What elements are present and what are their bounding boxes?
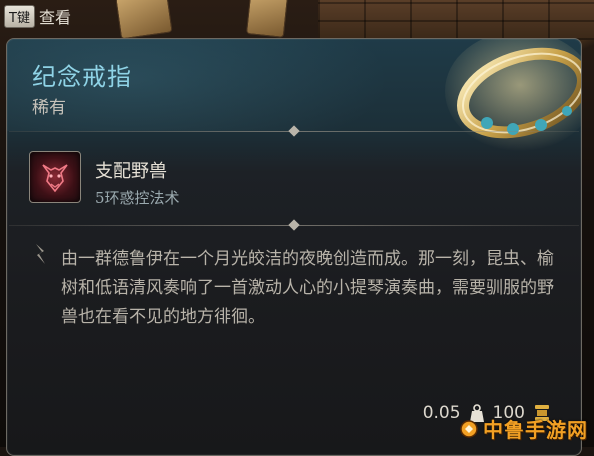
examine-hotkey[interactable]: T键 查看 xyxy=(4,4,71,28)
spell-name: 支配野兽 xyxy=(95,161,167,182)
item-name: 纪念戒指 xyxy=(32,63,132,91)
divider-ornament xyxy=(288,219,300,231)
ring-icon xyxy=(445,39,581,151)
divider-ornament xyxy=(288,125,300,137)
quill-icon xyxy=(36,244,45,264)
background-wall xyxy=(318,0,594,40)
beast-face-icon xyxy=(29,151,81,203)
site-watermark: 中鲁手游网 xyxy=(459,414,588,443)
watermark-text: 中鲁手游网 xyxy=(483,418,588,442)
item-description: 由一群德鲁伊在一个月光皎洁的夜晚创造而成。那一刻，昆虫、榆树和低语清风奏响了一首… xyxy=(61,249,554,327)
item-weight: 0.05 xyxy=(422,403,461,423)
item-tooltip: 纪念戒指 稀有 支配野兽 5环惑控法术 由一群德鲁伊在一个月光皎洁的夜晚创造而成… xyxy=(6,38,582,456)
spell-level: 5环惑控法术 xyxy=(95,189,180,207)
inventory-item-icon[interactable] xyxy=(245,0,289,38)
item-rarity: 稀有 xyxy=(32,98,66,118)
hotkey-label: 查看 xyxy=(38,8,71,27)
granted-spell[interactable]: 支配野兽 5环惑控法术 xyxy=(29,151,180,208)
watermark-logo-icon xyxy=(460,419,478,438)
hotkey-key-badge: T键 xyxy=(4,4,35,28)
